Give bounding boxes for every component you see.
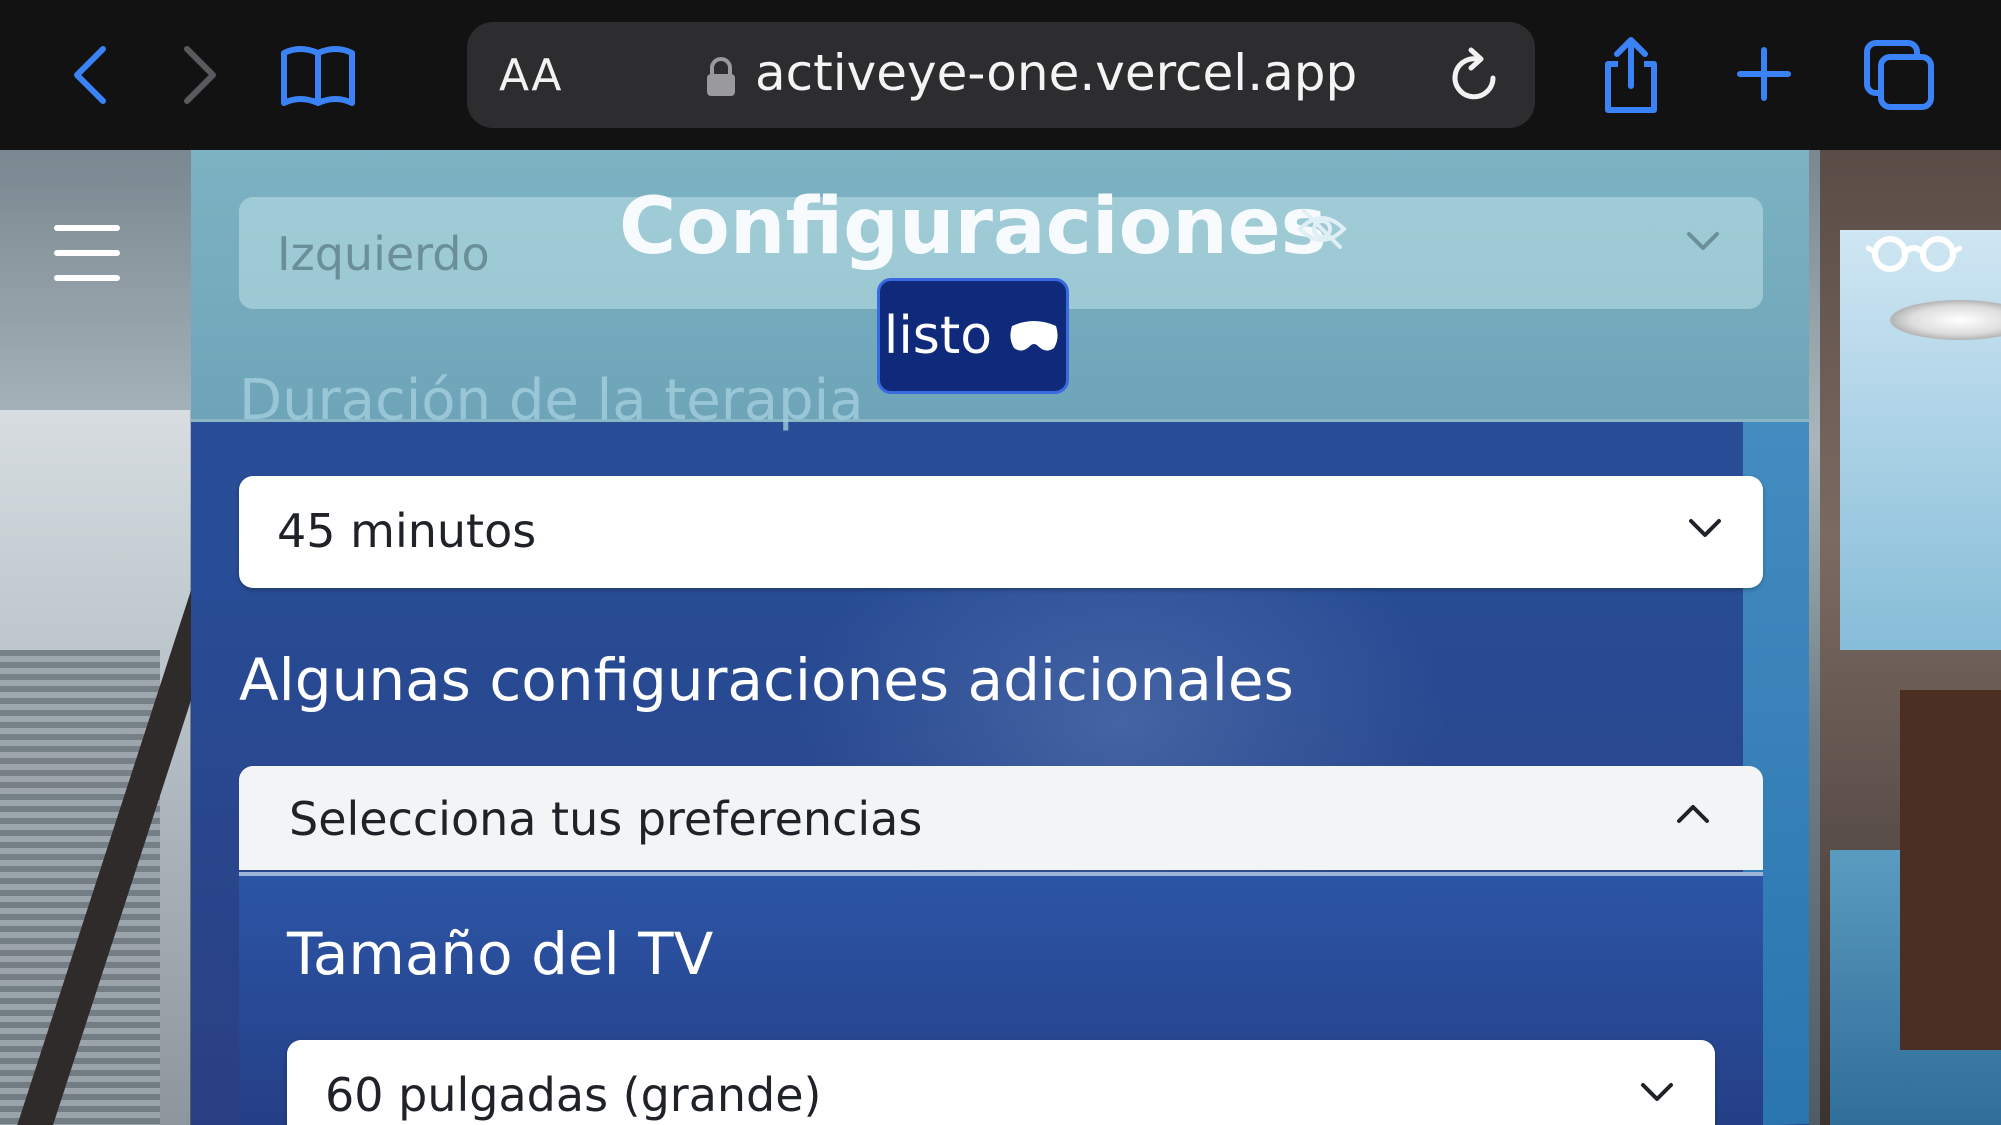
hamburger-icon-bar [54, 275, 120, 281]
browser-toolbar: AA activeye-one.vercel.app [0, 0, 2001, 150]
url-text: activeye-one.vercel.app [755, 44, 1358, 102]
settings-panel: Izquierdo Configuraciones Duración de la… [191, 150, 1809, 1125]
menu-button[interactable] [54, 225, 120, 281]
tv-size-heading: Tamaño del TV [287, 920, 714, 988]
share-icon [1605, 37, 1657, 113]
hamburger-icon-bar [54, 250, 120, 256]
preferences-accordion-toggle[interactable]: Selecciona tus preferencias [239, 766, 1763, 870]
new-tab-button[interactable] [1734, 44, 1794, 104]
share-button[interactable] [1596, 32, 1666, 116]
right-sky-view [1840, 230, 2001, 650]
right-desk [1900, 690, 2001, 1050]
preferences-toggle-label: Selecciona tus preferencias [289, 792, 923, 846]
lock-icon [707, 57, 735, 96]
chevron-left-icon [74, 46, 106, 104]
duration-value: 45 minutos [277, 504, 537, 558]
tv-size-value: 60 pulgadas (grande) [325, 1068, 822, 1122]
hamburger-icon [54, 225, 120, 231]
eye-slash-icon[interactable] [1296, 207, 1348, 251]
duration-heading: Duración de la terapia [239, 368, 864, 433]
duration-select[interactable]: 45 minutos [239, 476, 1763, 588]
page-title: Configuraciones [619, 182, 1328, 272]
glasses-icon [1865, 236, 1963, 272]
done-button[interactable]: listo [877, 278, 1069, 394]
vr-headset-icon [1010, 321, 1058, 351]
done-button-label: listo [883, 306, 993, 366]
reader-aa-button[interactable]: AA [499, 50, 562, 101]
preferences-accordion: Selecciona tus preferencias Tamaño del T… [239, 766, 1763, 1125]
back-button[interactable] [54, 40, 124, 110]
bookmarks-button[interactable] [276, 38, 360, 114]
chevron-up-icon [1677, 805, 1709, 823]
preferences-accordion-body: Tamaño del TV 60 pulgadas (grande) [239, 872, 1763, 1125]
glasses-button[interactable] [1865, 230, 1963, 278]
chevron-down-icon [1689, 519, 1721, 537]
book-icon [281, 46, 355, 106]
tabs-button[interactable] [1862, 38, 1936, 112]
reload-icon[interactable] [1447, 46, 1503, 106]
tabs-icon [1864, 40, 1934, 110]
chevron-right-icon [184, 46, 216, 104]
city-building [0, 650, 160, 1125]
chevron-down-icon [1641, 1083, 1673, 1101]
plus-icon [1737, 47, 1791, 101]
eye-side-value: Izquierdo [277, 227, 490, 281]
forward-button[interactable] [164, 40, 234, 110]
tv-size-select[interactable]: 60 pulgadas (grande) [287, 1040, 1715, 1125]
aa-label: AA [499, 50, 563, 101]
additional-settings-heading: Algunas configuraciones adicionales [239, 646, 1294, 714]
chevron-down-icon [1687, 232, 1719, 250]
address-bar[interactable]: AA activeye-one.vercel.app [467, 22, 1535, 128]
